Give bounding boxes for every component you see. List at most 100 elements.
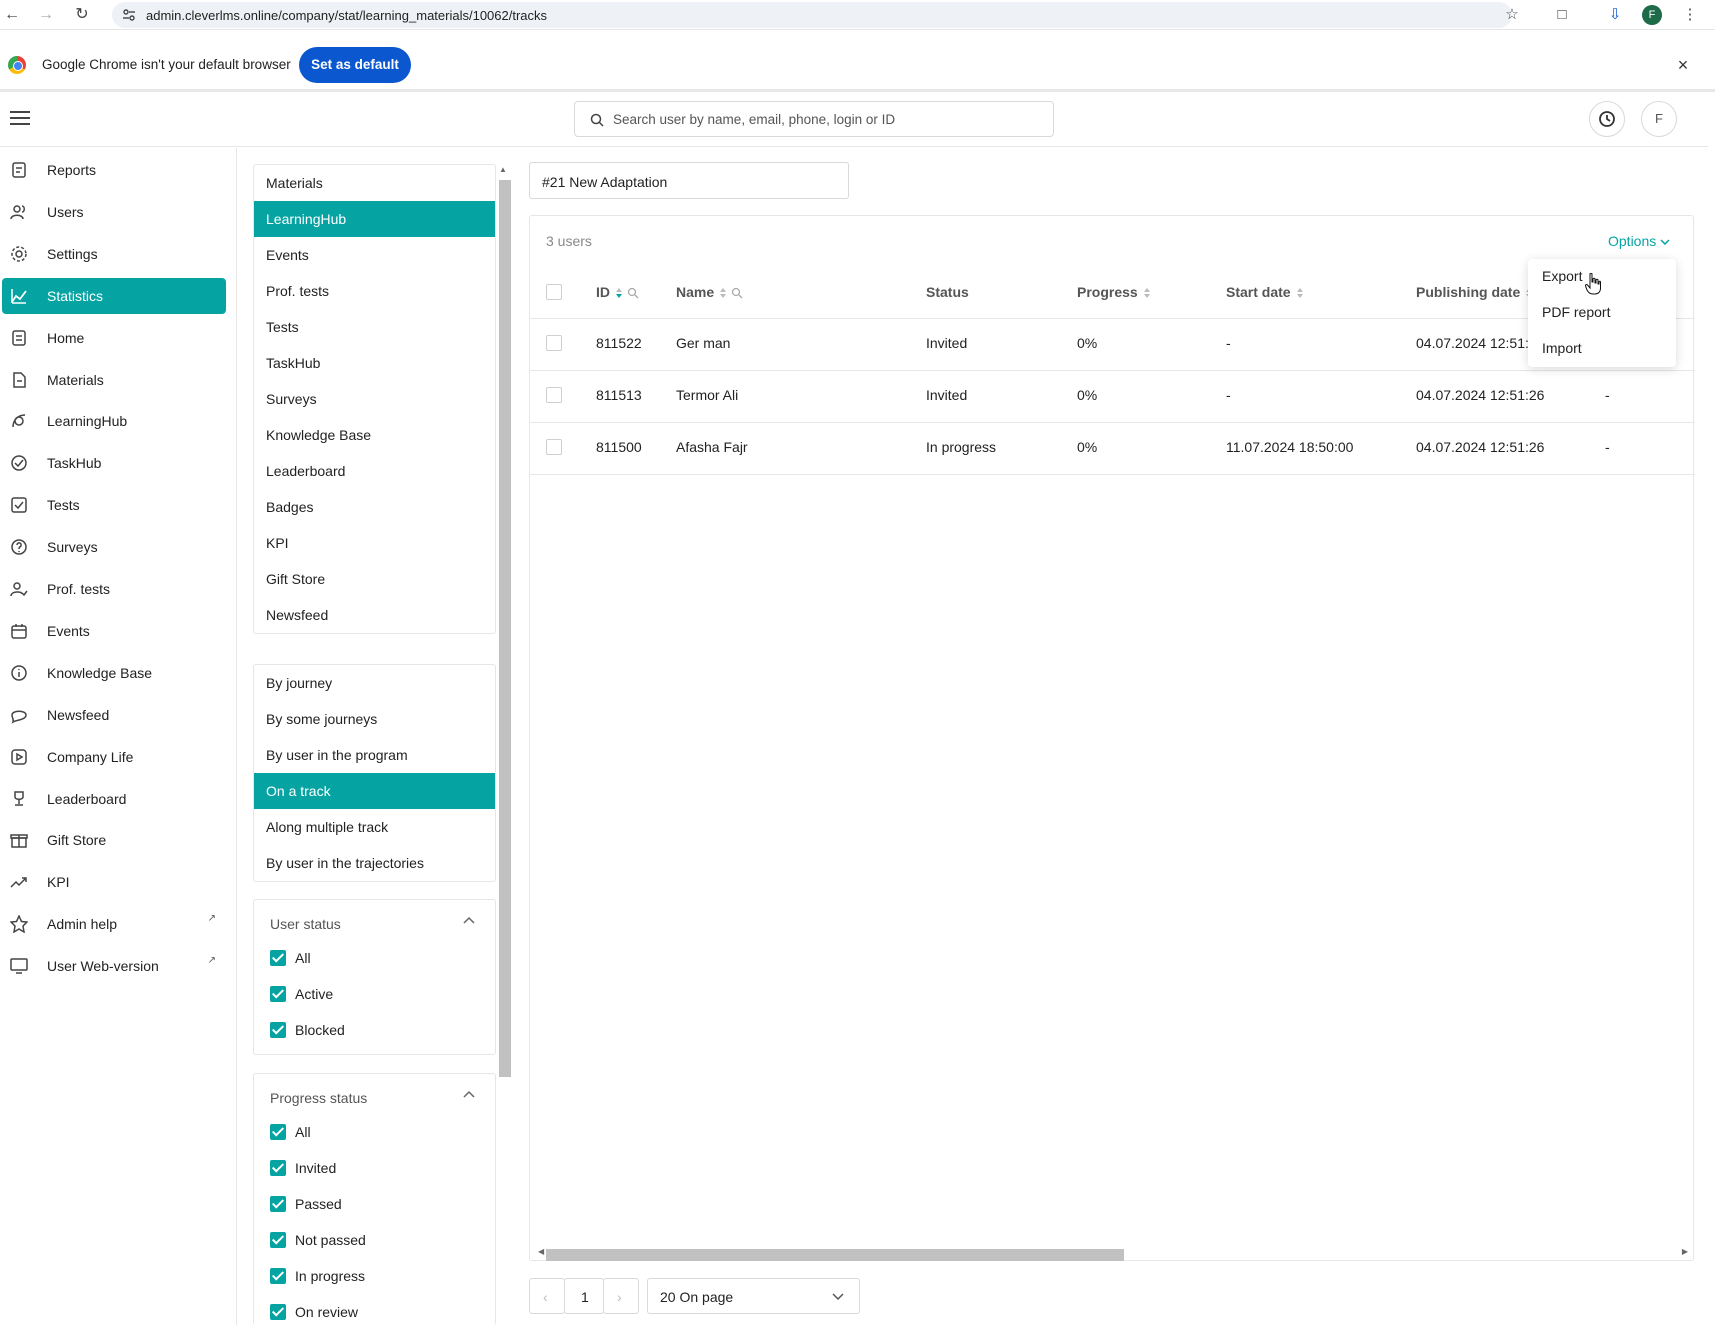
page-number-button[interactable]: 1 [564, 1278, 604, 1314]
horizontal-scrollbar[interactable]: ◀ ▶ [538, 1247, 1688, 1261]
chevron-up-icon[interactable] [463, 916, 475, 924]
sidebar-item-users[interactable]: Users [2, 194, 226, 230]
sidebar-item-prof-tests[interactable]: Prof. tests [2, 571, 226, 607]
sidebar-item-taskhub[interactable]: TaskHub [2, 445, 226, 481]
sidebar-item-materials[interactable]: Materials [2, 362, 226, 398]
material-filter-kpi[interactable]: KPI [254, 525, 495, 561]
back-icon[interactable]: ← [2, 5, 22, 25]
track-select[interactable]: #21 New Adaptation [529, 162, 849, 199]
report-type-by-user-in-the-trajectories[interactable]: By user in the trajectories [254, 845, 495, 881]
sidebar-item-statistics[interactable]: Statistics [2, 277, 226, 314]
page-size-select[interactable]: 20 On page [647, 1278, 860, 1314]
search-icon[interactable] [627, 287, 639, 299]
url-text[interactable]: admin.cleverlms.online/company/stat/lear… [146, 8, 547, 23]
material-filter-knowledge-base[interactable]: Knowledge Base [254, 417, 495, 453]
checkbox-checked[interactable] [270, 950, 286, 966]
extensions-icon[interactable]: □ [1552, 5, 1572, 25]
material-filter-leaderboard[interactable]: Leaderboard [254, 453, 495, 489]
column-header-start-date[interactable]: Start date [1226, 284, 1304, 300]
checkbox-checked[interactable] [270, 986, 286, 1002]
sidebar-item-settings[interactable]: Settings [2, 236, 226, 272]
material-filter-learninghub[interactable]: LearningHub [254, 201, 495, 237]
material-filter-prof-tests[interactable]: Prof. tests [254, 273, 495, 309]
material-filter-tests[interactable]: Tests [254, 309, 495, 345]
report-type-along-multiple-track[interactable]: Along multiple track [254, 809, 495, 845]
sort-icon[interactable] [615, 287, 623, 299]
column-header-id[interactable]: ID [596, 284, 639, 300]
chevron-up-icon[interactable] [463, 1090, 475, 1098]
sidebar-item-surveys[interactable]: Surveys [2, 529, 226, 565]
report-type-by-user-in-the-program[interactable]: By user in the program [254, 737, 495, 773]
sidebar-item-reports[interactable]: Reports [2, 152, 226, 188]
material-filter-events[interactable]: Events [254, 237, 495, 273]
prev-page-button[interactable]: ‹ [529, 1278, 565, 1314]
scroll-up-arrow[interactable]: ▲ [499, 165, 507, 174]
history-button[interactable] [1589, 101, 1625, 137]
sidebar-item-knowledge-base[interactable]: Knowledge Base [2, 655, 226, 691]
forward-icon[interactable]: → [36, 5, 56, 25]
close-icon[interactable]: × [1674, 56, 1692, 74]
column-header-name[interactable]: Name [676, 284, 743, 300]
scroll-right-arrow[interactable]: ▶ [1682, 1247, 1688, 1256]
pdf-report-option[interactable]: PDF report [1542, 304, 1610, 320]
checkbox-checked[interactable] [270, 1232, 286, 1248]
user-status-header[interactable]: User status [254, 900, 495, 940]
sidebar-item-user-web-version[interactable]: User Web-version ↗ [2, 948, 226, 984]
next-page-button[interactable]: › [603, 1278, 639, 1314]
bookmark-star-icon[interactable]: ☆ [1502, 5, 1522, 25]
row-checkbox[interactable] [546, 335, 562, 351]
column-header-publishing-date[interactable]: Publishing date [1416, 284, 1533, 300]
progress-status-not-passed[interactable]: Not passed [254, 1222, 495, 1258]
checkbox-checked[interactable] [270, 1160, 286, 1176]
sidebar-item-newsfeed[interactable]: Newsfeed [2, 697, 226, 733]
export-option[interactable]: Export [1542, 268, 1582, 284]
scroll-left-arrow[interactable]: ◀ [538, 1247, 544, 1256]
browser-menu-icon[interactable]: ⋮ [1680, 5, 1700, 25]
user-status-active[interactable]: Active [254, 976, 495, 1012]
sort-icon[interactable] [1143, 287, 1151, 299]
sidebar-item-home[interactable]: Home [2, 320, 226, 356]
horizontal-scroll-thumb[interactable] [546, 1249, 1124, 1261]
material-filter-gift-store[interactable]: Gift Store [254, 561, 495, 597]
checkbox-checked[interactable] [270, 1124, 286, 1140]
progress-status-all[interactable]: All [254, 1114, 495, 1150]
report-type-by-some-journeys[interactable]: By some journeys [254, 701, 495, 737]
checkbox-checked[interactable] [270, 1022, 286, 1038]
checkbox-checked[interactable] [270, 1268, 286, 1284]
download-icon[interactable]: ⇩ [1605, 5, 1625, 25]
reload-icon[interactable]: ↻ [72, 5, 92, 25]
material-filter-badges[interactable]: Badges [254, 489, 495, 525]
progress-status-header[interactable]: Progress status [254, 1074, 495, 1114]
sidebar-item-kpi[interactable]: KPI [2, 864, 226, 900]
user-status-all[interactable]: All [254, 940, 495, 976]
filter-scrollbar[interactable] [499, 180, 511, 1077]
site-info-icon[interactable] [122, 8, 136, 22]
material-filter-materials[interactable]: Materials [254, 165, 495, 201]
import-option[interactable]: Import [1542, 340, 1582, 356]
user-search[interactable] [574, 101, 1054, 137]
progress-status-on-review[interactable]: On review [254, 1294, 495, 1325]
column-header-progress[interactable]: Progress [1077, 284, 1151, 300]
progress-status-invited[interactable]: Invited [254, 1150, 495, 1186]
row-checkbox[interactable] [546, 439, 562, 455]
user-status-blocked[interactable]: Blocked [254, 1012, 495, 1048]
progress-status-passed[interactable]: Passed [254, 1186, 495, 1222]
sidebar-item-events[interactable]: Events [2, 613, 226, 649]
sort-icon[interactable] [1296, 287, 1304, 299]
search-icon[interactable] [731, 287, 743, 299]
set-as-default-button[interactable]: Set as default [299, 47, 411, 83]
sidebar-item-leaderboard[interactable]: Leaderboard [2, 781, 226, 817]
address-bar[interactable]: admin.cleverlms.online/company/stat/lear… [112, 2, 1512, 28]
sort-icon[interactable] [719, 287, 727, 299]
material-filter-surveys[interactable]: Surveys [254, 381, 495, 417]
sidebar-item-tests[interactable]: Tests [2, 487, 226, 523]
checkbox-checked[interactable] [270, 1196, 286, 1212]
browser-profile-avatar[interactable]: F [1642, 5, 1662, 25]
sidebar-item-admin-help[interactable]: Admin help ↗ [2, 906, 226, 942]
search-input[interactable] [613, 109, 1043, 129]
sidebar-item-gift-store[interactable]: Gift Store [2, 822, 226, 858]
checkbox-checked[interactable] [270, 1304, 286, 1320]
material-filter-taskhub[interactable]: TaskHub [254, 345, 495, 381]
material-filter-newsfeed[interactable]: Newsfeed [254, 597, 495, 633]
menu-icon[interactable] [10, 111, 30, 127]
